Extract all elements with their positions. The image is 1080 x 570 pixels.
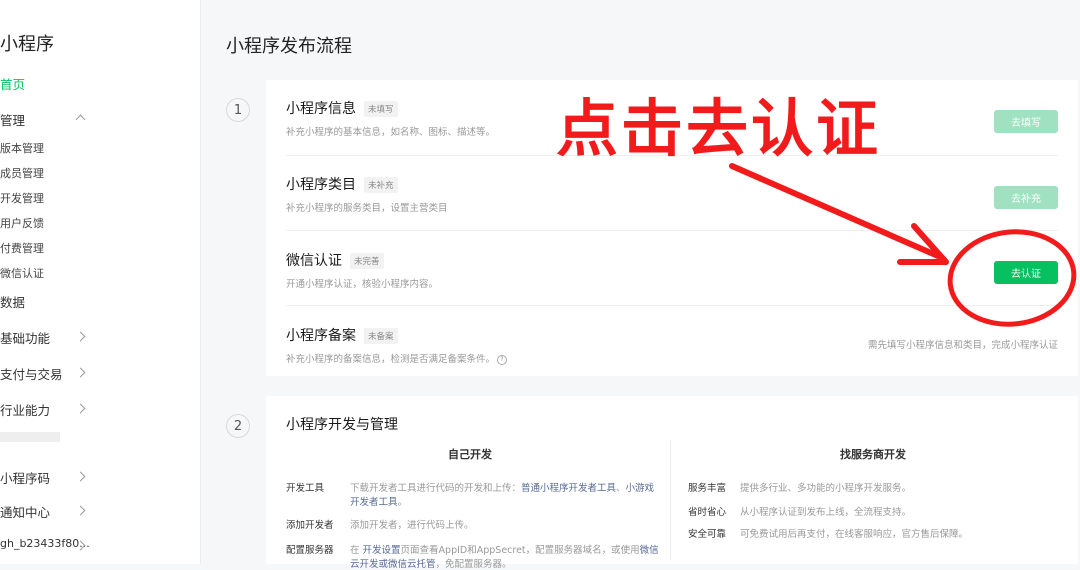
annotation-circle	[947, 229, 1077, 327]
annotation-overlay	[729, 163, 1077, 327]
annotation-arrow	[729, 163, 941, 259]
